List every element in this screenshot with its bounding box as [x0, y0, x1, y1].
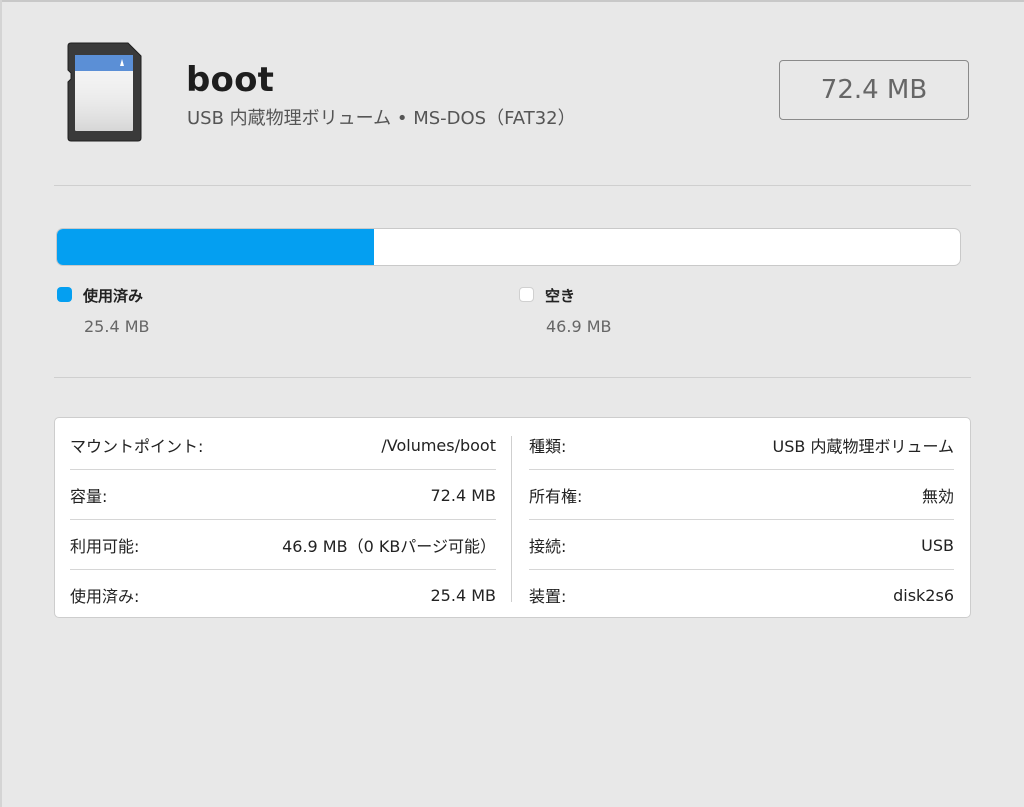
- info-key: マウントポイント:: [70, 437, 204, 456]
- info-value: 無効: [921, 487, 954, 506]
- info-value: USB 内蔵物理ボリューム: [772, 437, 954, 456]
- window-left-border: [0, 0, 2, 807]
- volume-subtitle: USB 内蔵物理ボリューム • MS-DOS（FAT32）: [187, 108, 576, 129]
- info-row-available: 利用可能: 46.9 MB（0 KBパージ可能）: [70, 520, 496, 570]
- info-value: 46.9 MB（0 KBパージ可能）: [282, 537, 496, 556]
- info-row-mount-point: マウントポイント: /Volumes/boot: [70, 420, 496, 470]
- column-divider: [511, 436, 512, 602]
- volume-capacity-value: 72.4 MB: [820, 75, 928, 105]
- info-value: disk2s6: [893, 585, 954, 605]
- info-key: 種類:: [529, 437, 567, 456]
- info-key: 装置:: [529, 587, 567, 606]
- legend-free-label: 空き: [545, 287, 576, 305]
- used-swatch: [57, 287, 72, 302]
- info-key: 所有権:: [529, 487, 583, 506]
- legend-used-label: 使用済み: [83, 287, 144, 305]
- info-value: 25.4 MB: [430, 585, 497, 605]
- info-key: 接続:: [529, 537, 567, 556]
- usage-separator: [54, 377, 971, 378]
- info-row-ownership: 所有権: 無効: [529, 470, 954, 520]
- info-key: 利用可能:: [70, 537, 140, 556]
- info-row-capacity: 容量: 72.4 MB: [70, 470, 496, 520]
- volume-name: boot: [186, 60, 275, 100]
- storage-usage-bar: [56, 228, 961, 266]
- info-key: 容量:: [70, 487, 108, 506]
- info-value: /Volumes/boot: [381, 435, 496, 455]
- free-swatch: [519, 287, 534, 302]
- legend-free-value: 46.9 MB: [546, 317, 612, 336]
- volume-info-table: マウントポイント: /Volumes/boot 容量: 72.4 MB 利用可能…: [54, 417, 971, 618]
- volume-capacity-box: 72.4 MB: [779, 60, 969, 120]
- header-separator: [54, 185, 971, 186]
- info-key: 使用済み:: [70, 587, 140, 606]
- info-value: USB: [921, 535, 954, 555]
- storage-used-segment: [57, 229, 374, 265]
- info-row-connection: 接続: USB: [529, 520, 954, 570]
- info-row-type: 種類: USB 内蔵物理ボリューム: [529, 420, 954, 470]
- sd-card-icon: [67, 42, 142, 142]
- info-row-used: 使用済み: 25.4 MB: [70, 570, 496, 620]
- info-value: 72.4 MB: [430, 485, 497, 505]
- window-top-border: [0, 0, 1024, 2]
- legend-used-value: 25.4 MB: [84, 317, 150, 336]
- info-row-device: 装置: disk2s6: [529, 570, 954, 620]
